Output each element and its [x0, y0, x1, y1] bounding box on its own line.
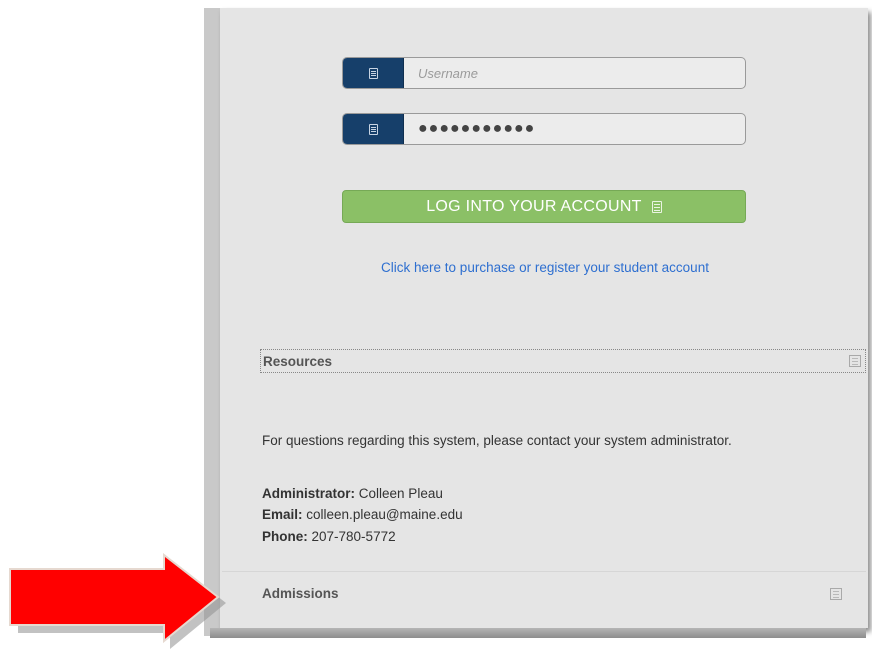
administrator-label: Administrator: [262, 486, 356, 501]
contact-text: For questions regarding this system, ple… [262, 433, 732, 448]
username-addon [343, 58, 404, 88]
password-input[interactable]: ●●●●●●●●●●● [404, 114, 745, 144]
register-link[interactable]: Click here to purchase or register your … [300, 260, 790, 275]
admissions-header[interactable]: Admissions [262, 586, 842, 601]
phone-label: Phone: [262, 529, 308, 544]
password-addon [343, 114, 404, 144]
red-arrow-annotation [9, 553, 226, 649]
lock-icon [368, 123, 378, 135]
admissions-title: Admissions [262, 586, 339, 601]
panel-shadow [210, 628, 866, 638]
sign-in-icon [651, 200, 662, 213]
login-button-label: LOG INTO YOUR ACCOUNT [426, 197, 642, 215]
email-label: Email: [262, 507, 303, 522]
password-field[interactable]: ●●●●●●●●●●● [342, 113, 746, 145]
email-line: Email: colleen.pleau@maine.edu [262, 507, 463, 522]
resources-title: Resources [263, 353, 333, 369]
administrator-value: Colleen Pleau [358, 486, 443, 501]
section-divider [222, 571, 866, 572]
login-button[interactable]: LOG INTO YOUR ACCOUNT [342, 190, 746, 223]
panel-frame-edge [204, 8, 220, 636]
email-value: colleen.pleau@maine.edu [306, 507, 463, 522]
username-input[interactable]: Username [404, 58, 745, 88]
phone-value: 207-780-5772 [311, 529, 396, 544]
resources-header[interactable]: Resources [260, 349, 866, 373]
username-field[interactable]: Username [342, 57, 746, 89]
expand-icon[interactable] [849, 355, 861, 367]
expand-icon[interactable] [830, 587, 842, 600]
phone-line: Phone: 207-780-5772 [262, 529, 396, 544]
administrator-line: Administrator: Colleen Pleau [262, 486, 443, 501]
user-icon [368, 67, 378, 79]
